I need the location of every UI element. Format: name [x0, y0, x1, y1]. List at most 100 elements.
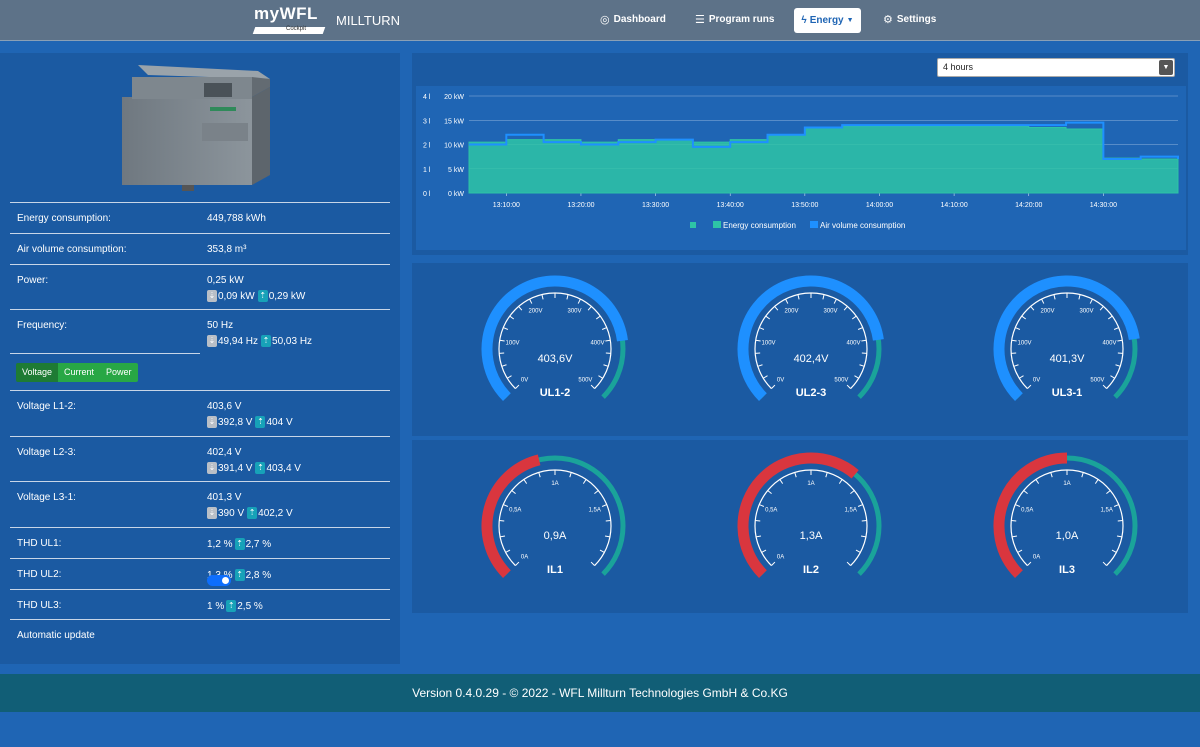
air-volume-row: Air volume consumption: 353,8 m³ — [10, 233, 390, 264]
gauge-tick — [1041, 298, 1045, 304]
gauge-ul3-1-dial: 0V 100V 200V 300V 400V 500V — [993, 275, 1140, 401]
gauge-tick — [1110, 375, 1116, 379]
x-tick-label: 13:10:00 — [493, 202, 520, 209]
gauge-tick — [1050, 472, 1053, 478]
arrow-down-icon: ⇣ — [207, 507, 217, 519]
gauge-tick-label: 0V — [777, 377, 784, 383]
gauge-tick — [843, 306, 848, 311]
gauge-tick — [797, 294, 800, 300]
voltage-l31-max: 402,2 V — [258, 507, 293, 519]
voltage-l12-minmax: ⇣ 392,8 V ⇡ 404 V — [207, 416, 293, 428]
legend-label: Air volume consumption — [820, 221, 905, 230]
energy-consumption-label: Energy consumption: — [17, 213, 111, 224]
arrow-down-icon: ⇣ — [207, 462, 217, 474]
gauge-tick-label: 400V — [846, 340, 860, 346]
gauge-tick — [1099, 306, 1104, 311]
gauge-tick — [538, 472, 541, 478]
gauge-tick — [850, 490, 855, 495]
frequency-row: Frequency: 50 Hz ⇣ 49,94 Hz ⇡ 50,03 Hz — [10, 309, 390, 354]
measurement-type-buttons: Voltage Current Power — [16, 363, 138, 382]
gauge-ul1-2-dial: 0V 100V 200V 300V 400V 500V — [481, 275, 628, 401]
nav-program-runs[interactable]: ☰ Program runs — [695, 13, 774, 26]
thd-ul1-max: 2,7 % — [245, 538, 272, 550]
thd-ul2-max: 2,8 % — [245, 569, 272, 581]
gauge-ul1-2-value: 403,6V — [537, 353, 573, 365]
gauge-tick — [838, 479, 843, 484]
voltage-l23-min: 391,4 V — [218, 462, 253, 474]
energy-chart[interactable]: 0 kW 0 l 5 kW 1 l 10 kW 2 l 15 kW 3 l 20 kW 4 l 13… — [416, 86, 1186, 250]
energy-consumption-area — [468, 125, 1179, 194]
divider — [10, 353, 200, 354]
nav-dashboard-label: Dashboard — [613, 14, 666, 25]
gauge-il2: 0A 0,5A 1A 1,5A 1,3A IL2 — [711, 440, 911, 613]
mywfl-logo[interactable]: myWFL Cockpit — [252, 4, 326, 34]
gauge-tick — [506, 375, 512, 379]
gauge-tick-label: 200V — [528, 309, 542, 315]
footer-text: Version 0.4.0.29 - © 2022 - WFL Millturn… — [412, 686, 788, 700]
voltage-l12-value: 403,6 V — [207, 401, 242, 412]
gauge-tick-label: 0,5A — [765, 508, 777, 514]
gauge-tick — [518, 306, 523, 311]
nav-energy-label: Energy — [809, 15, 844, 26]
gauge-il1-value: 0,9A — [543, 530, 567, 542]
gauge-tick-label: 1A — [807, 481, 814, 487]
y-tick-label-l: 0 l — [423, 191, 431, 198]
gauge-tick — [774, 306, 779, 311]
gauge-il3-value: 1,0A — [1055, 530, 1079, 542]
power-button[interactable]: Power — [100, 363, 138, 382]
thd-ul1-values: 1,2 % ⇡ 2,7 % — [207, 538, 271, 550]
gauge-tick — [509, 315, 515, 320]
gauge-il1: 0A 0,5A 1A 1,5A 0,9A IL1 — [455, 440, 655, 613]
gauge-tick — [785, 298, 789, 304]
gauge-tick-label: 1A — [551, 481, 558, 487]
y-tick-label-kw: 0 kW — [448, 191, 464, 198]
gauge-tick-label: 300V — [1080, 309, 1094, 315]
legend-swatch — [810, 221, 818, 228]
gauge-tick — [1106, 490, 1111, 495]
voltage-button[interactable]: Voltage — [16, 363, 59, 382]
gauge-tick — [1094, 479, 1099, 484]
gauge-tick — [529, 298, 533, 304]
y-tick-label-kw: 15 kW — [444, 118, 464, 125]
energy-info-panel: Energy consumption: 449,788 kWh Air volu… — [0, 53, 400, 664]
gauge-ul3-1: 0V 100V 200V 300V 400V 500V 401,3V UL3-1 — [967, 263, 1167, 436]
gauge-tick-label: 0,5A — [509, 508, 521, 514]
thd-ul1-label: THD UL1: — [17, 538, 62, 549]
gear-icon: ⚙ — [883, 14, 893, 26]
gauge-tick-label: 300V — [824, 309, 838, 315]
gauge-tick-label: 100V — [506, 340, 520, 346]
gauge-tick — [851, 315, 857, 320]
time-range-select[interactable]: 4 hours ▼ — [937, 58, 1175, 77]
y-tick-label-kw: 20 kW — [444, 94, 464, 101]
gauge-tick-label: 300V — [568, 309, 582, 315]
gauge-il1-name: IL1 — [547, 564, 563, 576]
gauge-il2-dial: 0A 0,5A 1A 1,5A — [737, 452, 882, 578]
gauge-ul1-2: 0V 100V 200V 300V 400V 500V 403,6V UL1-2 — [455, 263, 655, 436]
gauge-tick — [755, 339, 761, 342]
gauge-tick — [857, 327, 863, 330]
gauge-tick-label: 0V — [521, 377, 528, 383]
thd-ul3-row: THD UL3: 1 % ⇡ 2,5 % — [10, 589, 390, 619]
gauge-tick — [759, 504, 765, 507]
gauge-tick-label: 100V — [762, 340, 776, 346]
gauge-tick-label: 200V — [784, 309, 798, 315]
automatic-update-toggle[interactable] — [207, 575, 231, 586]
thd-ul2-label: THD UL2: — [17, 569, 62, 580]
arrow-up-icon: ⇡ — [234, 538, 245, 550]
energy-consumption-value: 449,788 kWh — [207, 213, 266, 224]
frequency-label: Frequency: — [17, 320, 68, 331]
y-tick-label-l: 4 l — [423, 94, 431, 101]
nav-dashboard[interactable]: ◎ Dashboard — [600, 13, 666, 26]
gauge-tick-label: 100V — [1018, 340, 1032, 346]
gauge-tick — [1015, 327, 1021, 330]
current-button[interactable]: Current — [58, 363, 101, 382]
nav-settings[interactable]: ⚙ Settings — [883, 13, 936, 26]
y-tick-label-kw: 5 kW — [448, 167, 464, 174]
gauge-tick — [1030, 306, 1035, 311]
gauge-tick — [767, 490, 772, 495]
gauge-tick-label: 500V — [578, 377, 592, 383]
arrow-up-icon: ⇡ — [257, 290, 268, 302]
nav-energy[interactable]: ϟ Energy ▼ — [794, 8, 861, 33]
gauge-tick — [1011, 339, 1017, 342]
gauge-tick-label: 400V — [590, 340, 604, 346]
